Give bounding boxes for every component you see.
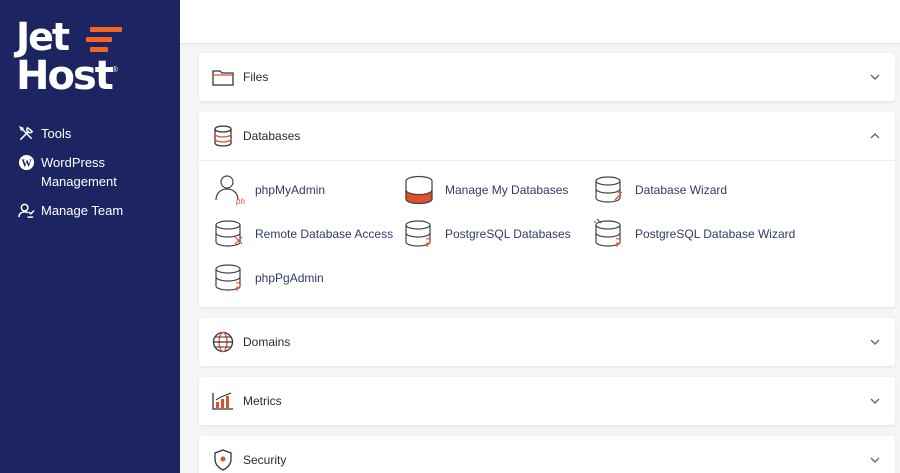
app-label: PostgreSQL Database Wizard — [635, 227, 796, 241]
app-label: phpMyAdmin — [255, 183, 326, 197]
phppgadmin-icon — [215, 264, 241, 291]
section-metrics: Metrics — [199, 377, 895, 425]
jethost-logo[interactable]: Jet Host ® — [16, 18, 126, 98]
section-title: Files — [243, 70, 269, 84]
globe-icon — [211, 330, 235, 354]
postgresql-icon — [405, 220, 431, 247]
phpmyadmin-icon: php — [215, 175, 245, 206]
app-label: phpPgAdmin — [255, 271, 324, 285]
sidebar: Jet Host ® Tools W WordPress Management … — [0, 0, 180, 473]
svg-text:php: php — [235, 197, 245, 206]
app-label: Remote Database Access — [255, 227, 394, 241]
app-database-wizard[interactable]: Database Wizard — [593, 174, 727, 206]
logo-bars-icon — [86, 27, 122, 53]
chevron-down-icon[interactable] — [869, 336, 881, 348]
app-remote-database-access[interactable]: Remote Database Access — [213, 218, 393, 250]
app-phpmyadmin[interactable]: php phpMyAdmin — [213, 174, 325, 206]
app-label: Database Wizard — [635, 183, 728, 197]
chevron-down-icon[interactable] — [869, 454, 881, 466]
section-domains: Domains — [199, 318, 895, 366]
sidebar-nav: Tools W WordPress Management Manage Team — [16, 124, 176, 230]
folder-icon — [211, 65, 235, 89]
remote-database-icon — [215, 220, 243, 247]
logo-registered-mark: ® — [112, 65, 118, 74]
section-databases-header[interactable]: Databases — [199, 112, 895, 160]
app-postgresql-database-wizard[interactable]: PostgreSQL Database Wizard — [593, 218, 795, 250]
top-bar — [180, 0, 900, 44]
sidebar-item-manage-team[interactable]: Manage Team — [16, 201, 176, 220]
sidebar-item-tools[interactable]: Tools — [16, 124, 176, 143]
section-title: Domains — [243, 335, 291, 349]
app-manage-my-databases[interactable]: Manage My Databases — [403, 174, 568, 206]
sidebar-item-label: Manage Team — [41, 203, 124, 218]
sidebar-item-wordpress[interactable]: W WordPress Management — [16, 153, 176, 191]
main-content: Files Databases php phpM — [180, 0, 900, 473]
chevron-down-icon[interactable] — [869, 395, 881, 407]
section-title: Metrics — [243, 394, 282, 408]
svg-text:W: W — [21, 158, 32, 169]
sidebar-item-label: WordPress Management — [41, 155, 117, 189]
app-postgresql-databases[interactable]: PostgreSQL Databases — [403, 218, 571, 250]
section-title: Security — [243, 453, 287, 467]
app-label: PostgreSQL Databases — [445, 227, 571, 241]
section-domains-header[interactable]: Domains — [199, 318, 895, 366]
app-phppgadmin[interactable]: phpPgAdmin — [213, 262, 324, 294]
chevron-down-icon[interactable] — [869, 71, 881, 83]
section-title: Databases — [243, 129, 301, 143]
databases-app-grid: php phpMyAdmin Manage My Databases — [199, 160, 895, 307]
sidebar-item-label: Tools — [41, 126, 72, 141]
section-security-header[interactable]: Security — [199, 436, 895, 473]
section-metrics-header[interactable]: Metrics — [199, 377, 895, 425]
section-files: Files — [199, 53, 895, 101]
wordpress-icon: W — [16, 153, 36, 172]
app-label: Manage My Databases — [445, 183, 569, 197]
database-icon — [211, 124, 235, 148]
manage-databases-icon — [405, 175, 433, 205]
chevron-up-icon[interactable] — [869, 130, 881, 142]
bar-chart-icon — [211, 389, 235, 413]
section-databases: Databases php phpMyAdmin Manage My Dat — [199, 112, 895, 307]
section-files-header[interactable]: Files — [199, 53, 895, 101]
postgresql-wizard-icon — [594, 218, 621, 247]
logo-text-host: Host — [16, 53, 114, 99]
database-wizard-icon — [595, 176, 623, 203]
tools-icon — [16, 124, 36, 143]
logo-text-jet: Jet — [16, 15, 70, 59]
section-security: Security — [199, 436, 895, 473]
team-icon — [16, 201, 36, 220]
shield-icon — [211, 448, 235, 472]
